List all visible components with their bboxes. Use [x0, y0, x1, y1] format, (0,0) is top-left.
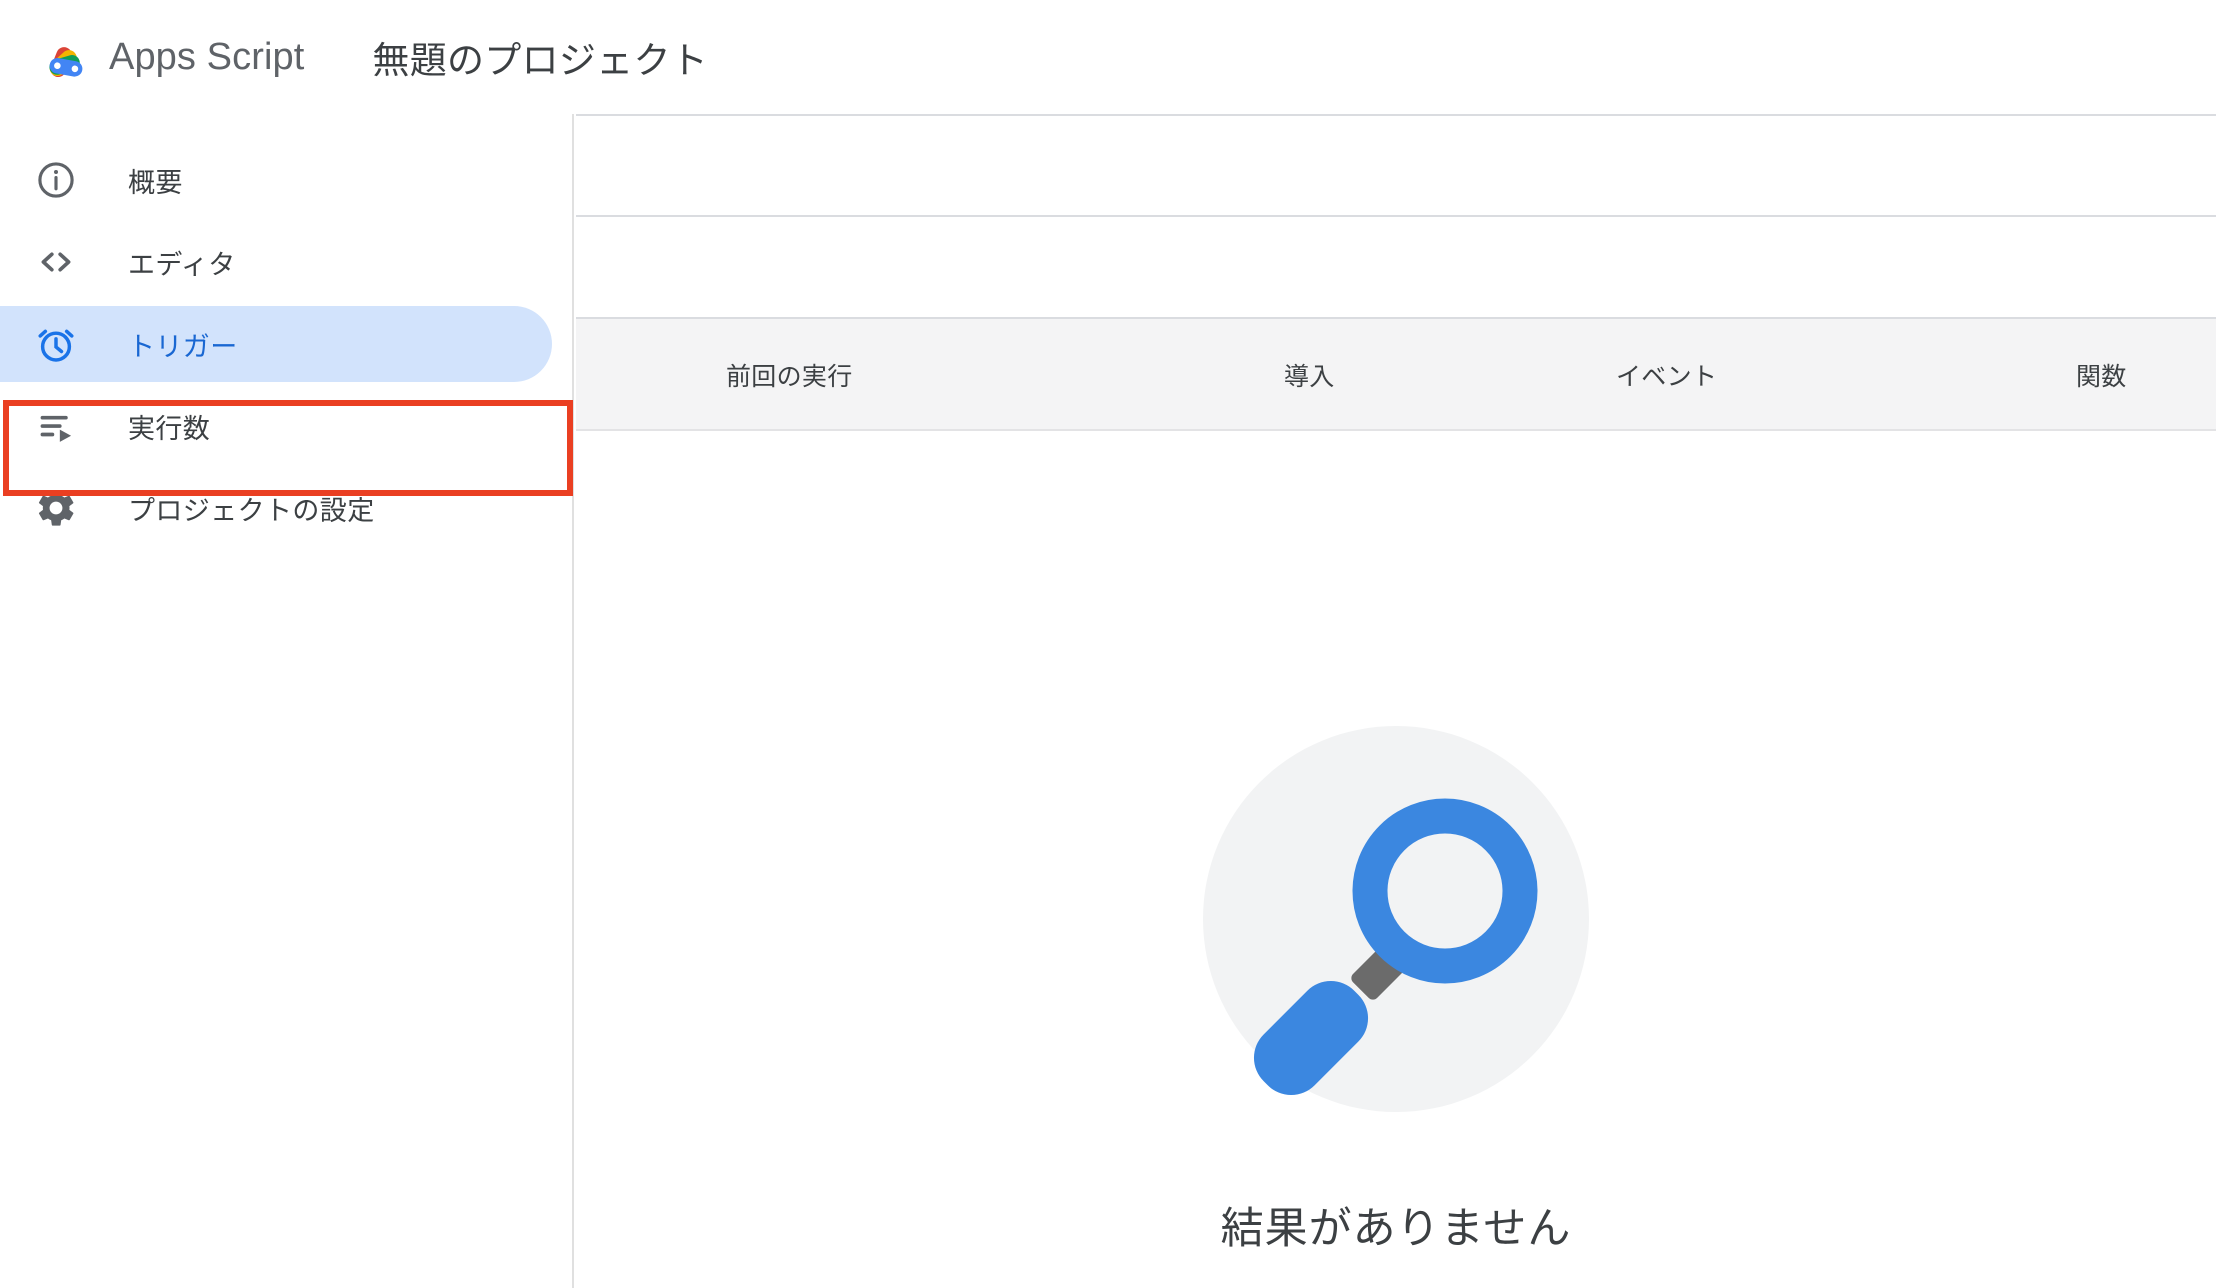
brand-area[interactable]: Apps Script [30, 27, 304, 87]
column-header-deployment[interactable]: 導入 [1284, 357, 1335, 393]
empty-state: 結果がありません フィルタ条件を調整するか、または 新しいトリガーを作成します。 [576, 432, 2216, 1288]
top-bar: Apps Script 無題のプロジェクト [0, 0, 2216, 114]
column-header-last-run[interactable]: 前回の実行 [726, 357, 853, 393]
sidebar-item-project-settings[interactable]: プロジェクトの設定 [0, 470, 552, 546]
code-brackets-icon [32, 238, 80, 286]
divider-top [576, 114, 2216, 116]
sidebar-item-label: エディタ [128, 249, 236, 280]
sidebar-item-label: プロジェクトの設定 [128, 495, 375, 526]
column-header-event[interactable]: イベント [1616, 357, 1717, 393]
info-circle-icon [32, 156, 80, 204]
apps-script-logo-icon [30, 27, 90, 87]
sidebar-item-overview[interactable]: 概要 [0, 142, 552, 218]
alarm-clock-icon [32, 320, 80, 368]
sidebar-item-executions[interactable]: 実行数 [0, 388, 552, 464]
project-title[interactable]: 無題のプロジェクト [372, 30, 708, 84]
divider-toolbar [576, 215, 2216, 217]
gear-icon [32, 484, 80, 532]
sidebar-item-label: トリガー [128, 331, 238, 362]
brand-name: Apps Script [109, 35, 305, 78]
sidebar-item-editor[interactable]: エディタ [0, 224, 552, 300]
sidebar-item-triggers[interactable]: トリガー [0, 306, 552, 382]
sidebar: 概要 エディタ トリガー 実行数 プロジェクトの設定 [0, 114, 574, 1288]
empty-state-title: 結果がありません [1220, 1205, 1572, 1253]
apps-script-window: Apps Script 無題のプロジェクト 概要 エディタ トリガー 実行数 プ… [0, 0, 2216, 1288]
executions-list-icon [32, 402, 80, 450]
sidebar-item-label: 実行数 [128, 413, 211, 444]
triggers-table-header: 前回の実行 導入 イベント 関数 [576, 319, 2216, 431]
sidebar-item-label: 概要 [128, 167, 183, 198]
magnifying-glass-illustration [1203, 726, 1589, 1112]
main-content: 前回の実行 導入 イベント 関数 結果がありません フィルタ条件を調整するか、ま… [576, 114, 2216, 1288]
column-header-function[interactable]: 関数 [2076, 357, 2127, 393]
